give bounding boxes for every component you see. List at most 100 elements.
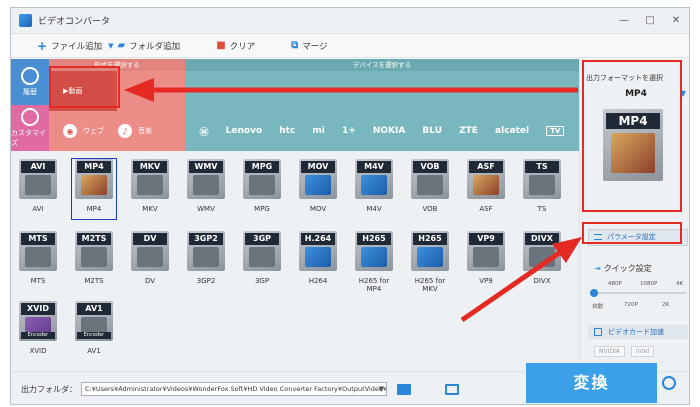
brand-oneplus[interactable]: 1+ [342,126,356,136]
output-format-select[interactable]: MP4 ▼ [586,89,686,99]
open-folder-icon[interactable] [445,383,459,395]
format-caption: 3GP [254,277,270,285]
format-tile-h265-for-mp4[interactable]: H265 H265 for MP4 [352,231,396,293]
format-caption: MPG [254,205,270,213]
format-thumb-label: XVID [21,303,55,315]
chip-icon [594,328,602,336]
format-tile-wmv[interactable]: WMV WMV [184,159,228,219]
parameter-settings-label: パラメータ設定 [607,233,656,241]
brand-blu[interactable]: BLU [422,126,442,136]
brand-nokia[interactable]: NOKIA [373,126,405,136]
format-graphic-icon [473,247,499,267]
format-tile-3gp2[interactable]: 3GP2 3GP2 [184,231,228,291]
format-tile-mpg[interactable]: MPG MPG [240,159,284,219]
format-tile-ts[interactable]: TS TS [520,159,564,219]
parameter-settings-button[interactable]: パラメータ設定 [588,229,688,246]
nvidia-badge[interactable]: NVIDIA [594,346,625,357]
brand-zte[interactable]: ZTE [459,126,478,136]
chevron-down-icon[interactable]: ▼ [108,42,113,50]
format-tile-asf[interactable]: ASF ASF [464,159,508,219]
format-graphic-icon [417,247,443,267]
format-tile-mp4[interactable]: MP4 MP4 [71,158,117,220]
quality-slider-track[interactable] [594,292,686,294]
minimize-button[interactable]: — [611,15,637,26]
video-category-button[interactable]: ▶ 動画 [49,71,117,111]
format-tile-h265-for-mkv[interactable]: H265 H265 for MKV [408,231,452,293]
gpu-acceleration-label: ビデオカード加速 [608,328,664,336]
brand-xiaomi[interactable]: mi [312,126,324,136]
gpu-acceleration-toggle[interactable]: ビデオカード加速 [588,325,688,339]
format-tile-mkv[interactable]: MKV MKV [128,159,172,219]
maximize-button[interactable]: □ [637,15,663,26]
merge-label: マージ [302,41,328,52]
output-path-field[interactable]: C:¥Users¥Administrator¥Videos¥WonderFox … [81,382,387,396]
format-tile-xvid[interactable]: XVID Encoder XVID [16,301,60,361]
format-caption: 3GP2 [196,277,216,285]
brand-htc[interactable]: htc [279,126,295,136]
intel-badge[interactable]: intel [630,346,655,357]
format-thumbnail: MTS [19,231,57,271]
format-tile-vob[interactable]: VOB VOB [408,159,452,219]
format-thumb-label: VOB [413,161,447,173]
category-header: 形式を選択する デバイスを選択する [49,59,579,71]
format-graphic-icon [193,175,219,195]
format-graphic-icon [25,247,51,267]
format-tile-mov[interactable]: MOV MOV [296,159,340,219]
format-tile-mts[interactable]: MTS MTS [16,231,60,291]
quality-slider-handle[interactable] [590,289,598,297]
format-thumbnail: 3GP [243,231,281,271]
format-thumbnail: 3GP2 [187,231,225,271]
format-graphic-icon [529,247,555,267]
history-button[interactable]: 履歴 [11,59,49,105]
format-caption: ASF [479,205,493,213]
format-tile-3gp[interactable]: 3GP 3GP [240,231,284,291]
format-tile-dv[interactable]: DV DV [128,231,172,291]
format-thumb-label: AVI [21,161,55,173]
brand-lenovo[interactable]: Lenovo [226,126,262,136]
format-tile-divx[interactable]: DIVX DIVX [520,231,564,291]
format-caption: XVID [29,347,47,355]
add-folder-button[interactable]: ▰ フォルダ追加 [117,40,180,52]
gear-icon [21,108,39,126]
format-thumb-label: MOV [301,161,335,173]
format-thumb-label: MTS [21,233,55,245]
web-category-button[interactable]: ◉ ウェブ [49,124,104,138]
merge-button[interactable]: ⧉ マージ [291,40,327,52]
chevron-down-icon[interactable]: ▼ [379,383,384,395]
motorola-icon[interactable]: Ⓜ [200,125,209,138]
select-format-heading: 形式を選択する [49,59,185,71]
brand-tv[interactable]: TV [546,126,565,136]
output-format-title: 出力フォーマットを選択 [586,74,663,82]
brand-alcatel[interactable]: alcatel [495,126,529,136]
format-tile-av1[interactable]: AV1 Encoder AV1 [72,301,116,361]
format-thumbnail: AV1 Encoder [75,301,113,341]
add-file-button[interactable]: + ファイル追加 [37,39,102,53]
format-tile-m2ts[interactable]: M2TS M2TS [72,231,116,291]
format-graphic-icon [305,175,331,195]
format-thumb-label: H265 [413,233,447,245]
add-folder-label: フォルダ追加 [129,41,181,52]
format-graphic-icon [249,175,275,195]
format-thumbnail: M4V [355,159,393,199]
format-graphic-icon [193,247,219,267]
music-category-button[interactable]: ♪ 音楽 [104,124,152,138]
format-graphic-icon [361,175,387,195]
format-tile-vp9[interactable]: VP9 VP9 [464,231,508,291]
web-category-label: ウェブ [83,127,104,135]
quick-setting-label: クイック設定 [603,264,652,273]
format-tile-m4v[interactable]: M4V M4V [352,159,396,219]
alarm-clock-icon[interactable] [662,376,676,390]
chrome-icon: ◉ [63,124,77,138]
customize-button[interactable]: カスタマイズ [11,105,49,151]
format-graphic-icon [473,175,499,195]
close-button[interactable]: ✕ [663,15,689,26]
format-tile-h264[interactable]: H.264 H264 [296,231,340,291]
convert-button[interactable]: 変換 [526,363,657,403]
format-thumbnail: H265 [355,231,393,271]
format-caption: VOB [422,205,438,213]
format-thumbnail: XVID Encoder [19,301,57,341]
browse-folder-icon[interactable] [397,383,411,395]
format-tile-avi[interactable]: AVI AVI [16,159,60,219]
format-caption: MTS [30,277,46,285]
clear-button[interactable]: ■ クリア [216,40,255,52]
